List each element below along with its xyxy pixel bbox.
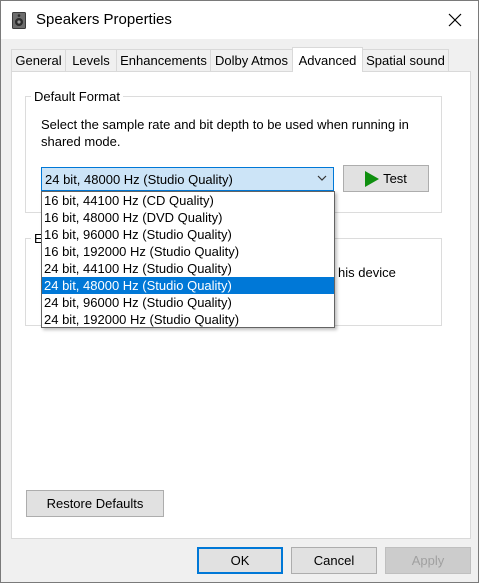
apply-button[interactable]: Apply xyxy=(385,547,471,574)
sample-rate-dropdown-list: 16 bit, 44100 Hz (CD Quality) 16 bit, 48… xyxy=(41,191,335,328)
dropdown-option-selected[interactable]: 24 bit, 48000 Hz (Studio Quality) xyxy=(42,277,334,294)
tab-strip: General Levels Enhancements Dolby Atmos … xyxy=(11,47,471,72)
tab-label: Advanced xyxy=(298,52,357,68)
speakers-properties-window: Speakers Properties General Levels Enhan… xyxy=(0,0,479,583)
test-button-label: Test xyxy=(383,171,407,186)
combobox-value: 24 bit, 48000 Hz (Studio Quality) xyxy=(45,171,233,187)
dropdown-option[interactable]: 16 bit, 44100 Hz (CD Quality) xyxy=(42,192,334,209)
speaker-icon xyxy=(12,12,26,29)
tab-spatial-sound[interactable]: Spatial sound xyxy=(362,49,449,71)
dropdown-option[interactable]: 24 bit, 96000 Hz (Studio Quality) xyxy=(42,294,334,311)
tab-levels[interactable]: Levels xyxy=(65,49,117,71)
tab-label: Dolby Atmos xyxy=(215,53,288,68)
close-icon xyxy=(448,13,462,27)
tab-enhancements[interactable]: Enhancements xyxy=(116,49,211,71)
window-title: Speakers Properties xyxy=(36,11,172,28)
test-button[interactable]: Test xyxy=(343,165,429,192)
tab-label: Levels xyxy=(72,53,110,68)
cancel-button[interactable]: Cancel xyxy=(291,547,377,574)
restore-defaults-button[interactable]: Restore Defaults xyxy=(26,490,164,517)
dropdown-option[interactable]: 16 bit, 96000 Hz (Studio Quality) xyxy=(42,226,334,243)
default-format-description: Select the sample rate and bit depth to … xyxy=(41,117,409,149)
tab-label: Enhancements xyxy=(120,53,207,68)
tab-label: General xyxy=(15,53,62,68)
restore-defaults-label: Restore Defaults xyxy=(46,496,144,511)
play-icon xyxy=(365,170,380,187)
dropdown-option[interactable]: 16 bit, 192000 Hz (Studio Quality) xyxy=(42,243,334,260)
tab-general[interactable]: General xyxy=(11,49,66,71)
cancel-label: Cancel xyxy=(313,553,355,568)
ok-label: OK xyxy=(230,553,250,568)
sample-rate-combobox[interactable]: 24 bit, 48000 Hz (Studio Quality) xyxy=(41,167,334,191)
close-button[interactable] xyxy=(432,1,478,39)
ok-button[interactable]: OK xyxy=(197,547,283,574)
dropdown-option[interactable]: 24 bit, 44100 Hz (Studio Quality) xyxy=(42,260,334,277)
chevron-down-icon xyxy=(317,175,327,181)
dropdown-option[interactable]: 16 bit, 48000 Hz (DVD Quality) xyxy=(42,209,334,226)
dropdown-option[interactable]: 24 bit, 192000 Hz (Studio Quality) xyxy=(42,311,334,328)
default-format-label: Default Format xyxy=(31,89,123,104)
tab-label: Spatial sound xyxy=(366,53,445,68)
apply-label: Apply xyxy=(411,553,445,568)
title-bar[interactable]: Speakers Properties xyxy=(1,1,478,39)
tab-dolby-atmos[interactable]: Dolby Atmos xyxy=(210,49,293,71)
exclusive-mode-text: his device xyxy=(338,265,396,280)
tab-advanced[interactable]: Advanced xyxy=(292,47,363,72)
